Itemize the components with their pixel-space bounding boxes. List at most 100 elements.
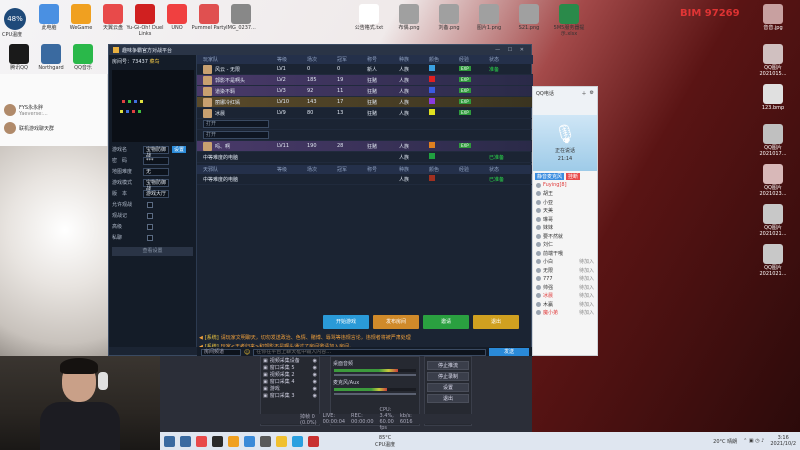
volume-slider[interactable]	[334, 374, 416, 376]
middle_icons-icon-1[interactable]: 布偶.png	[390, 4, 428, 31]
voice-member[interactable]: 要不然就	[533, 232, 597, 241]
visibility-icon[interactable]: ◉	[313, 372, 317, 378]
player-row[interactable]: 吗、啊 LV11 190 28 狂赌 人族 EXP	[197, 141, 533, 152]
voice-member[interactable]: 木赢 待加入	[533, 300, 597, 309]
taskbar-app-icon[interactable]	[292, 435, 303, 447]
voice-member[interactable]: 小亚	[533, 198, 597, 207]
taskbar-app-icon[interactable]	[228, 435, 239, 447]
action-button-0[interactable]: 开始游戏	[323, 315, 369, 329]
color-swatch[interactable]	[429, 87, 435, 93]
right_icons-icon-0[interactable]: 音音.jpg	[754, 4, 792, 31]
right_icons-icon-1[interactable]: QQ图片2021015...	[754, 44, 792, 77]
obs-control-button[interactable]: 设置	[427, 383, 469, 392]
taskbar-app-icon[interactable]	[308, 435, 319, 447]
player-row[interactable]: 郭影不是啊头 LV2 185 19 狂赌 人族 EXP	[197, 75, 533, 86]
clock-date[interactable]: 2021/10/2	[770, 441, 796, 447]
middle_icons-icon-5[interactable]: 5M5服务器提示.xlsx	[550, 4, 588, 37]
obs-source[interactable]: ▣ 窗口采集 3 ◉	[261, 392, 319, 400]
voice-member[interactable]: 小白 待加入	[533, 258, 597, 267]
player-row[interactable]: 丽娜冷红嫣 LV10 143 17 狂赌 人族 EXP	[197, 97, 533, 108]
middle_icons-icon-0[interactable]: 公告格式.txt	[350, 4, 388, 31]
color-swatch[interactable]	[429, 65, 435, 71]
middle_icons-icon-2[interactable]: 刘备.png	[430, 4, 468, 31]
right_icons-icon-4[interactable]: QQ图片2021023...	[754, 164, 792, 197]
voice-member[interactable]: 胡王	[533, 190, 597, 199]
mute-button[interactable]: 静音麦克风	[535, 172, 565, 180]
player-row[interactable]: 冰晨 LV9 80 13 狂赌 人族 EXP	[197, 108, 533, 119]
visibility-icon[interactable]: ◉	[313, 358, 317, 364]
taskbar-app-icon[interactable]	[212, 435, 223, 447]
right_icons-icon-2[interactable]: 123.bmp	[754, 84, 792, 111]
color-swatch[interactable]	[429, 76, 435, 82]
taskbar-app-icon[interactable]	[260, 435, 271, 447]
window-controls[interactable]: — ☐ ✕	[495, 47, 527, 53]
middle_icons-icon-3[interactable]: 图片1.png	[470, 4, 508, 31]
player-row[interactable]: 中等难度的电脑 人族 已准备	[197, 174, 533, 185]
visibility-icon[interactable]: ◉	[313, 393, 317, 399]
voice-member[interactable]: Fuying[8]	[533, 181, 597, 190]
obs-source[interactable]: ▣ 窗口采集 5 ◉	[261, 364, 319, 372]
chat-channel-select[interactable]: 房间频道	[201, 348, 241, 356]
taskbar-app-icon[interactable]	[180, 435, 191, 447]
chat-item[interactable]: FYS永永胖 Yaeverse:...	[0, 102, 107, 118]
voice-member[interactable]: 777 待加入	[533, 275, 597, 284]
player-row[interactable]: 中等难度的电脑 人族 已准备	[197, 152, 533, 163]
obs-source[interactable]: ▣ 窗口采集 4 ◉	[261, 378, 319, 386]
obs-control-button[interactable]: 停止录制	[427, 372, 469, 381]
option-checkbox[interactable]	[147, 201, 153, 208]
right_icons-icon-6[interactable]: QQ图片2021021...	[754, 244, 792, 277]
hangup-button[interactable]: 挂断	[566, 172, 581, 180]
send-button[interactable]: 发送	[489, 348, 529, 356]
slot-dropdown[interactable]: 打开	[203, 131, 269, 139]
obs-source[interactable]: ▣ 视频采集 2 ◉	[261, 371, 319, 379]
weather[interactable]: 20°C 晴朗	[713, 438, 737, 445]
middle_icons-icon-4[interactable]: S21.png	[510, 4, 548, 31]
player-row[interactable]: 风云 - 无限 LV1 0 0 新人 人族 EXP 准备	[197, 64, 533, 75]
option-checkbox[interactable]	[147, 223, 153, 230]
voice-member[interactable]: 魔小弟 待加入	[533, 309, 597, 318]
left_icons_row2-icon-2[interactable]: QQ音乐	[64, 44, 102, 71]
obs-source[interactable]: ▣ 视频采集设备 ◉	[261, 357, 319, 365]
obs-control-button[interactable]: 停止推流	[427, 361, 469, 370]
prop-value[interactable]: 游戏大厅	[143, 189, 169, 198]
action-button-3[interactable]: 退出	[473, 315, 519, 329]
add-member-icon[interactable]: ＋	[582, 90, 587, 97]
right_icons-icon-3[interactable]: QQ图片2021017...	[754, 124, 792, 157]
settings-icon[interactable]: ⚙	[590, 90, 594, 97]
emoji-icon[interactable]: ☺	[244, 349, 250, 356]
taskbar-app-icon[interactable]	[276, 435, 287, 447]
option-checkbox[interactable]	[147, 212, 153, 219]
color-swatch[interactable]	[429, 153, 435, 159]
obs-source[interactable]: ▣ 游戏 ◉	[261, 385, 319, 393]
start-button[interactable]	[164, 435, 175, 447]
voice-member[interactable]: 帅强 待加入	[533, 283, 597, 292]
left_icons-icon-6[interactable]: IMG_0237...	[222, 4, 260, 31]
volume-slider[interactable]	[334, 393, 416, 395]
action-button-1[interactable]: 发布房间	[373, 315, 419, 329]
voice-member[interactable]: 琳哥	[533, 215, 597, 224]
visibility-icon[interactable]: ◉	[313, 379, 317, 385]
view-settings-button[interactable]: 查看设置	[112, 247, 193, 256]
voice-member[interactable]: 无限 待加入	[533, 266, 597, 275]
option-checkbox[interactable]	[147, 234, 153, 241]
voice-member[interactable]: 天美	[533, 207, 597, 216]
tray-icons[interactable]: ⌃ ▣ ◷ ♪	[743, 438, 764, 444]
voice-member[interactable]: 冰晨 待加入	[533, 292, 597, 301]
taskbar-app-icon[interactable]	[196, 435, 207, 447]
prop-value[interactable]: 宝物防御战	[143, 145, 169, 159]
visibility-icon[interactable]: ◉	[313, 386, 317, 392]
color-swatch[interactable]	[429, 142, 435, 148]
color-swatch[interactable]	[429, 109, 435, 115]
chat-item[interactable]: 联机游戏聊天群	[0, 120, 107, 136]
right_icons-icon-5[interactable]: QQ图片2021021...	[754, 204, 792, 237]
prop-button[interactable]: 设置	[172, 146, 187, 153]
color-swatch[interactable]	[429, 175, 435, 181]
player-row[interactable]: 道染不羁 LV3 92 11 狂赌 人族 EXP	[197, 86, 533, 97]
player-row[interactable]: 打开	[197, 119, 533, 130]
color-swatch[interactable]	[429, 98, 435, 104]
player-row[interactable]: 打开	[197, 130, 533, 141]
taskbar-app-icon[interactable]	[244, 435, 255, 447]
obs-control-button[interactable]: 退出	[427, 394, 469, 403]
visibility-icon[interactable]: ◉	[313, 365, 317, 371]
voice-member[interactable]: 妹妹	[533, 224, 597, 233]
